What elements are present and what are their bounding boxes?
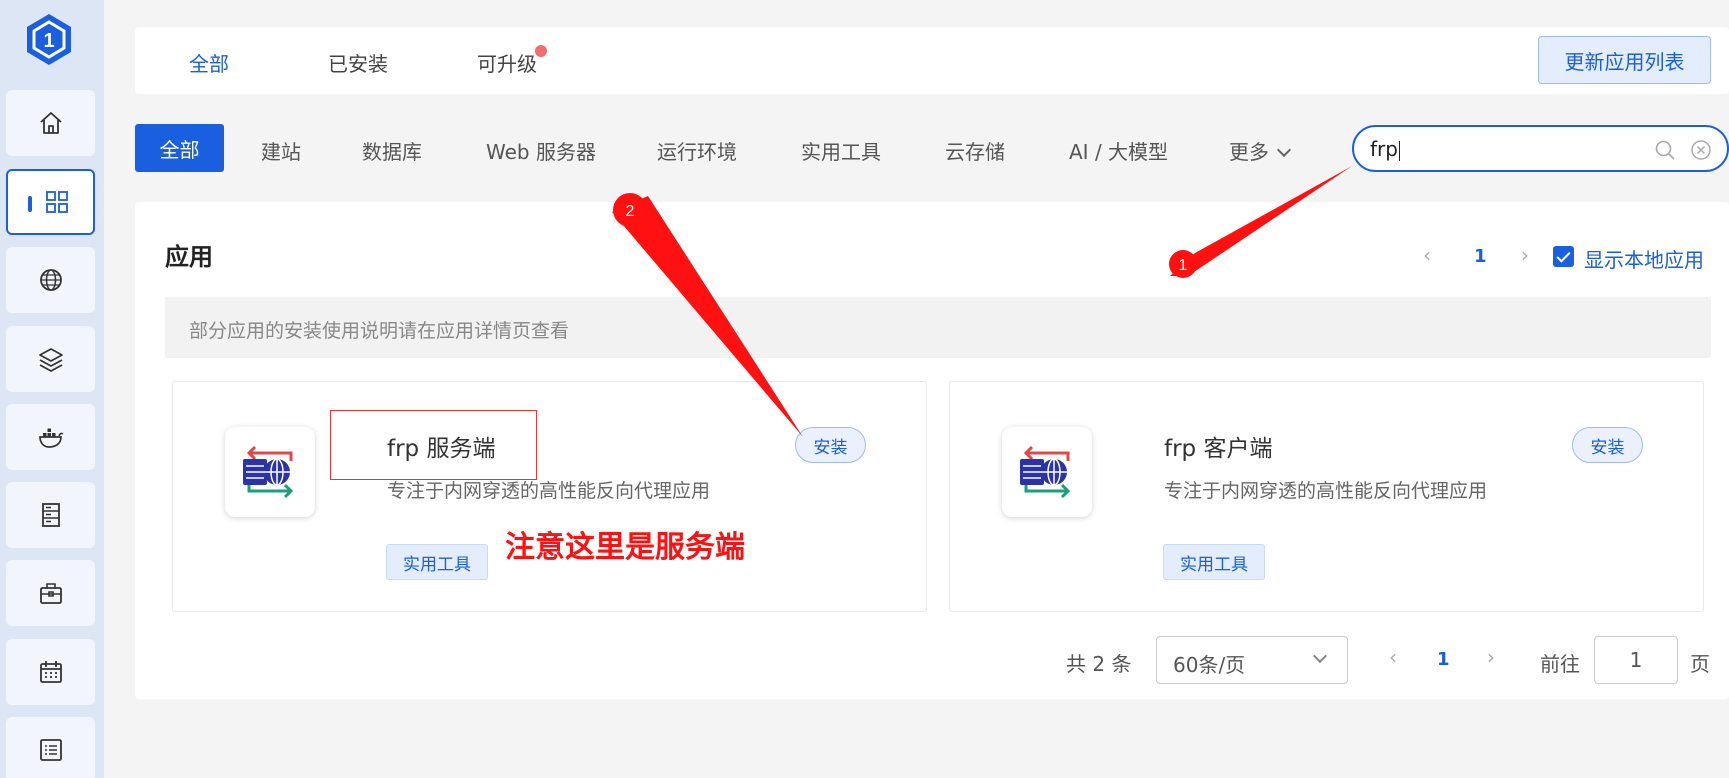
annotation-label-2: 2 — [626, 203, 635, 220]
annotation-arrow-1 — [1170, 166, 1352, 276]
annotation-arrow-2 — [612, 196, 803, 437]
annotation-note: 注意这里是服务端 — [505, 530, 745, 565]
annotation-label-1: 1 — [1179, 257, 1188, 274]
annotation-arrows: 1 2 — [612, 166, 1352, 437]
